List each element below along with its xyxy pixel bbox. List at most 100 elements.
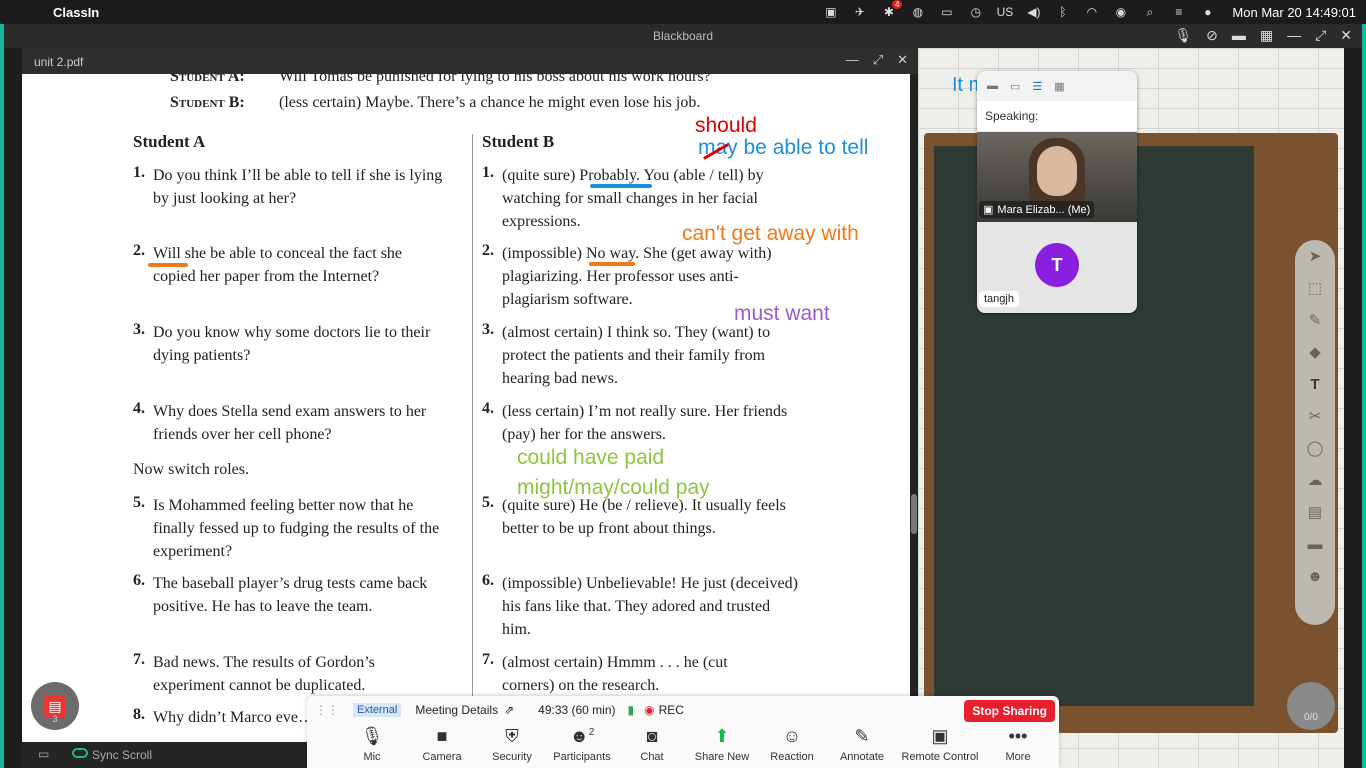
- share-new-button[interactable]: ⬆ Share New: [687, 726, 757, 763]
- mac-menubar: ClassIn ▣ ✈ ✱ 4 ◍ ▭ ◷ US ◀) ᛒ ◠ ◉ ⌕ ≡ ● M…: [0, 0, 1366, 24]
- gift-icon[interactable]: ✱ 4: [877, 0, 903, 20]
- question-a4: Why does Stella send exam answers to her…: [153, 403, 427, 443]
- user-icon: ▣: [983, 204, 994, 216]
- text-icon[interactable]: T: [1295, 368, 1335, 400]
- close-icon[interactable]: ✕: [1340, 27, 1352, 44]
- user-icon[interactable]: ◉: [1109, 4, 1132, 20]
- question-a5: Is Mohammed feeling better now that he f…: [153, 497, 440, 560]
- smile-icon: ☺: [782, 726, 802, 746]
- mic-icon[interactable]: 🎙: [1174, 27, 1192, 44]
- bird-icon[interactable]: ✈: [848, 4, 871, 20]
- zoom-share-toolbar: ⋮⋮ External Meeting Details ⇗ 49:33 (60 …: [307, 696, 1059, 768]
- stop-sharing-button[interactable]: Stop Sharing: [964, 700, 1055, 722]
- board-toolbar: ➤ ⬚ ✎ ◆ T ✂ ◯ ☁ ▤ ▬ ☻: [1295, 240, 1335, 625]
- bluetooth-icon[interactable]: ᛒ: [1051, 4, 1074, 20]
- pdf-scrollbar[interactable]: [910, 74, 918, 768]
- top-label-a: Student A:: [170, 74, 245, 85]
- restore-icon[interactable]: ⤢: [1315, 27, 1326, 44]
- share-link-icon[interactable]: ⇗: [504, 703, 514, 717]
- security-button[interactable]: ⛨ Security: [477, 726, 547, 763]
- drag-handle-icon[interactable]: ⋮⋮: [315, 703, 339, 717]
- annotation-might: might/may/could pay: [517, 476, 710, 499]
- wifi-icon[interactable]: ◠: [1080, 4, 1103, 20]
- window-title: Blackboard: [652, 29, 714, 43]
- reaction-button[interactable]: ☺ Reaction: [757, 726, 827, 763]
- scissors-icon[interactable]: ✂: [1295, 400, 1335, 432]
- pdf-page[interactable]: Student A: Will Tomas be punished for ly…: [22, 74, 910, 742]
- user-count-button[interactable]: 0/0: [1287, 682, 1335, 730]
- search-icon[interactable]: ⌕: [1138, 4, 1161, 20]
- window-controls: 🎙 ⊘ ▬ ▦ — ⤢ ✕: [1174, 27, 1352, 44]
- answer-b4: (less certain) I’m not really sure. Her …: [502, 403, 788, 443]
- item-number: 4.: [133, 400, 145, 417]
- remote-control-button[interactable]: ▣ Remote Control: [897, 726, 983, 763]
- more-button[interactable]: ••• More: [983, 726, 1053, 763]
- participants-icon: ☻2: [569, 726, 595, 746]
- sync-toggle-icon[interactable]: [72, 748, 88, 758]
- avatar[interactable]: T: [1035, 243, 1079, 287]
- input-source-icon[interactable]: US: [993, 4, 1016, 20]
- item-number: 7.: [482, 651, 494, 668]
- item-number: 7.: [133, 651, 145, 668]
- close-icon[interactable]: ✕: [897, 52, 908, 68]
- users-icon[interactable]: ☻: [1295, 560, 1335, 592]
- app-name[interactable]: ClassIn: [53, 5, 99, 20]
- wechat-icon[interactable]: ◍: [906, 4, 929, 20]
- battery-icon[interactable]: ▭: [935, 4, 958, 20]
- pointer-icon[interactable]: ➤: [1295, 240, 1335, 272]
- underline-probably: [590, 184, 652, 188]
- window-titlebar: Blackboard 🎙 ⊘ ▬ ▦ — ⤢ ✕: [4, 24, 1362, 48]
- control-center-icon[interactable]: ≡: [1167, 4, 1190, 20]
- participant-name: tangjh: [979, 291, 1019, 307]
- camera-button[interactable]: ■ Camera: [407, 726, 477, 763]
- scroll-thumb[interactable]: [911, 494, 917, 534]
- item-number: 5.: [482, 494, 494, 511]
- meeting-details[interactable]: Meeting Details: [415, 703, 498, 717]
- rec-label[interactable]: REC: [659, 703, 684, 717]
- inbox-icon[interactable]: ▣: [819, 4, 842, 20]
- annotate-button[interactable]: ✎ Annotate: [827, 726, 897, 763]
- record-icon: ◉: [644, 703, 655, 717]
- minimize-icon[interactable]: —: [846, 52, 859, 68]
- timemachine-icon[interactable]: ◷: [964, 4, 987, 20]
- pdf-file-button[interactable]: ▤ 3: [31, 682, 79, 730]
- eraser-icon[interactable]: ◆: [1295, 336, 1335, 368]
- video-icon[interactable]: ▬: [1232, 27, 1246, 44]
- zoom-video-panel: ▬ ▭ ☰ ▦ Speaking: ▣ Mara Elizab... (Me) T…: [977, 71, 1137, 313]
- thumbnail-view-icon[interactable]: ▭: [1010, 80, 1020, 93]
- mic-button[interactable]: 🎙 Mic: [337, 726, 407, 763]
- self-name: Mara Elizab... (Me): [997, 203, 1091, 216]
- chat-button[interactable]: ◙ Chat: [617, 726, 687, 763]
- answer-b5: (quite sure) He (be / relieve). It usual…: [502, 497, 786, 537]
- sidebar-toggle-icon[interactable]: ▭: [38, 747, 49, 761]
- self-name-tag: ▣ Mara Elizab... (Me): [979, 201, 1095, 218]
- external-badge: External: [353, 703, 402, 717]
- item-number: 6.: [482, 572, 494, 589]
- minimize-icon[interactable]: —: [1287, 27, 1301, 44]
- clock[interactable]: Mon Mar 20 14:49:01: [1232, 5, 1356, 20]
- volume-icon[interactable]: ◀): [1022, 4, 1045, 20]
- status-tray: ▣ ✈ ✱ 4 ◍ ▭ ◷ US ◀) ᛒ ◠ ◉ ⌕ ≡ ● Mon Mar 2…: [816, 0, 1366, 24]
- item-number: 3.: [133, 321, 145, 338]
- camera-off-icon[interactable]: ⊘: [1206, 27, 1218, 44]
- select-icon[interactable]: ⬚: [1295, 272, 1335, 304]
- cloud-icon[interactable]: ☁: [1295, 464, 1335, 496]
- shape-icon[interactable]: ◯: [1295, 432, 1335, 464]
- microphone-icon: 🎙: [360, 726, 384, 746]
- minimize-view-icon[interactable]: ▬: [987, 80, 998, 92]
- toolbox-icon[interactable]: ▤: [1295, 496, 1335, 528]
- expand-icon[interactable]: ⤢: [873, 52, 883, 68]
- person-face: [1037, 146, 1077, 196]
- participants-button[interactable]: ☻2 Participants: [547, 726, 617, 763]
- item-number: 2.: [133, 242, 145, 259]
- shield-icon: ⛨: [505, 726, 519, 746]
- grid-icon[interactable]: ▦: [1260, 27, 1273, 44]
- gallery-view-icon[interactable]: ▦: [1054, 80, 1064, 93]
- chat-icon[interactable]: ▬: [1295, 528, 1335, 560]
- sync-scroll-label[interactable]: Sync Scroll: [92, 748, 152, 762]
- share-controls: 🎙 Mic ■ Camera ⛨ Security ☻2 Participants ◙ C…: [337, 726, 1053, 763]
- pen-icon[interactable]: ✎: [1295, 304, 1335, 336]
- speaker-view-icon[interactable]: ☰: [1032, 80, 1042, 93]
- meeting-timer: 49:33 (60 min): [538, 703, 616, 717]
- siri-icon[interactable]: ●: [1196, 4, 1219, 20]
